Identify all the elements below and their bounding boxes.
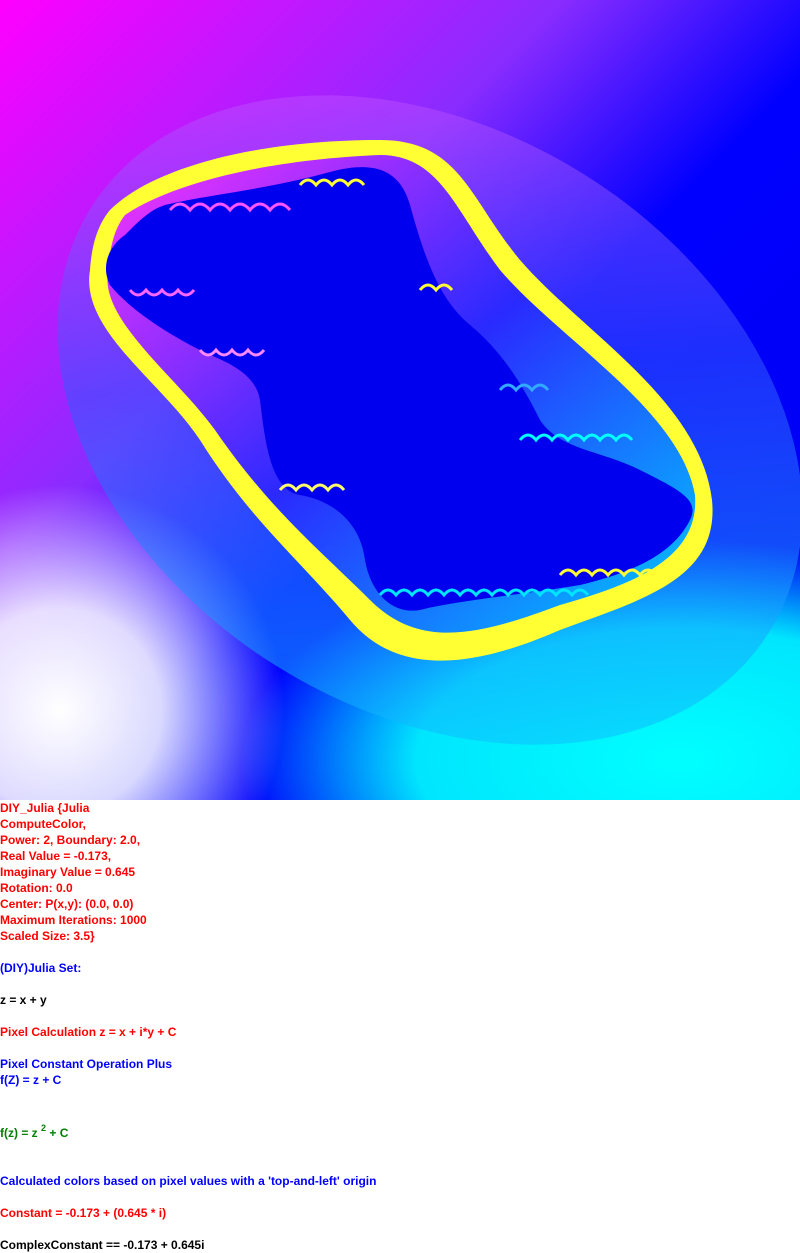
param-line: ComputeColor, [0,817,86,831]
param-line: Real Value = -0.173, [0,849,112,863]
param-line: Scaled Size: 3.5} [0,929,95,943]
color-calculation-note: Calculated colors based on pixel values … [0,1174,377,1188]
param-line: Maximum Iterations: 1000 [0,913,147,927]
param-line: Power: 2, Boundary: 2.0, [0,833,141,847]
fz-plus-formula: f(Z) = z + C [0,1073,62,1087]
param-line: Rotation: 0.0 [0,881,73,895]
param-line: Imaginary Value = 0.645 [0,865,136,879]
formula-exponent: 2 [41,1123,47,1133]
param-line: DIY_Julia {Julia [0,801,90,815]
z-definition: z = x + y [0,993,47,1007]
iteration-formula: f(z) = z 2 + C [0,1123,69,1142]
param-line: Center: P(x,y): (0.0, 0.0) [0,897,134,911]
complex-constant: ComplexConstant == -0.173 + 0.645i [0,1238,205,1252]
julia-fractal-image [0,0,800,800]
pixel-calculation: Pixel Calculation z = x + i*y + C [0,1025,177,1039]
constant-expression: Constant = -0.173 + (0.645 * i) [0,1206,167,1220]
pixel-constant-operation: Pixel Constant Operation Plus [0,1057,173,1071]
set-title: (DIY)Julia Set: [0,961,82,975]
formula-suffix: + C [46,1126,69,1140]
julia-fractal-canvas [0,0,800,800]
formula-prefix: f(z) = z [0,1126,41,1140]
